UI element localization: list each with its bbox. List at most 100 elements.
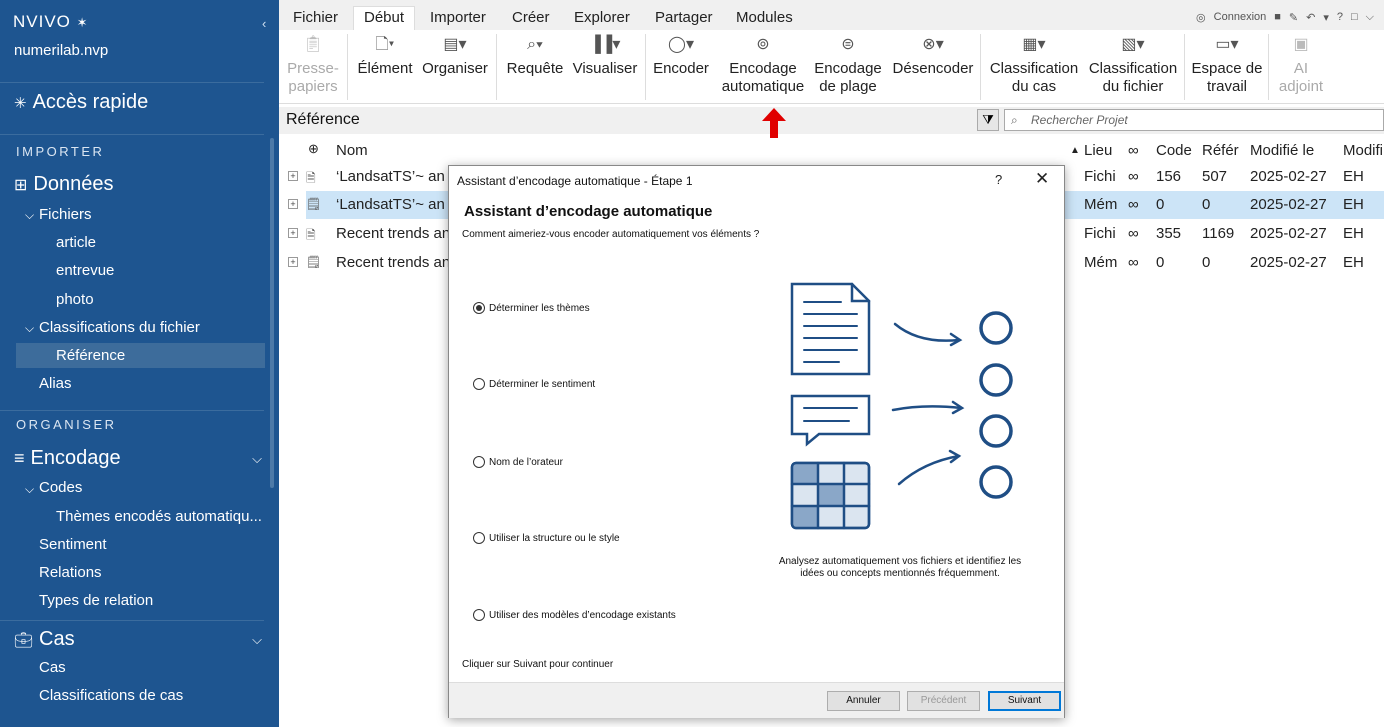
file-classification-button[interactable]: ▧▾ Classification du fichier <box>1086 36 1180 96</box>
sign-in-link[interactable]: Connexion <box>1214 11 1267 24</box>
radio[interactable] <box>473 609 485 621</box>
autocode-button[interactable]: ⊚ Encodage automatique <box>719 36 807 96</box>
chevron-down-icon[interactable]: ⌵ <box>252 451 262 467</box>
help-icon[interactable]: ? <box>1337 11 1343 24</box>
option-sentiment[interactable]: Déterminer le sentiment <box>473 378 595 390</box>
range-code-button[interactable]: ⊜ Encodage de plage <box>813 36 883 96</box>
sidebar-item-codes[interactable]: Codes <box>39 479 82 496</box>
chevron-down-icon[interactable]: ⌵ <box>252 632 262 648</box>
collapse-sidebar-icon[interactable]: ‹ <box>262 16 266 31</box>
navigation-sidebar: NVIVO ✶ numerilab.nvp ‹ ✳ Accès rapide IM… <box>0 0 279 727</box>
organise-button[interactable]: ▤▾ Organiser <box>421 36 489 78</box>
expand-icon[interactable]: + <box>288 199 298 209</box>
quick-access-menu-icon[interactable]: ▾ <box>1323 11 1329 24</box>
column-header-modified[interactable]: Modifié le <box>1250 142 1314 159</box>
save-icon[interactable]: ■ <box>1274 11 1281 24</box>
radio[interactable] <box>473 378 485 390</box>
divider <box>645 34 646 100</box>
sidebar-item-case-classifications[interactable]: Classifications de cas <box>39 687 183 704</box>
uncode-button[interactable]: ⊗▾ Désencoder <box>889 36 977 78</box>
sidebar-item-auto-themes[interactable]: Thèmes encodés automatiqu... <box>56 508 262 525</box>
expand-icon[interactable]: + <box>288 257 298 267</box>
dialog-hint: Cliquer sur Suivant pour continuer <box>462 659 614 670</box>
tab-import[interactable]: Importer <box>430 9 486 26</box>
code-button[interactable]: ◯▾ Encoder <box>651 36 711 78</box>
chevron-down-icon[interactable]: ⌵ <box>25 321 34 336</box>
link-icon: ∞ <box>1128 142 1139 159</box>
column-header-name[interactable]: Nom <box>336 142 368 159</box>
undo-icon[interactable]: ↶ <box>1306 11 1315 24</box>
option-structure[interactable]: Utiliser la structure ou le style <box>473 532 620 544</box>
cancel-button[interactable]: Annuler <box>827 691 900 711</box>
divider <box>1268 34 1269 100</box>
sidebar-item-entrevue[interactable]: entrevue <box>56 262 114 279</box>
user-icon[interactable]: ◎ <box>1196 11 1206 24</box>
column-header-code[interactable]: Code <box>1156 142 1192 159</box>
group-coding[interactable]: ≡ Encodage ⌵ <box>14 447 264 470</box>
query-button[interactable]: ⌕▾ Requête <box>504 36 566 78</box>
radio[interactable] <box>473 532 485 544</box>
dialog-title: Assistant d’encodage automatique - Étape… <box>457 174 693 188</box>
table-icon <box>790 461 871 530</box>
tab-modules[interactable]: Modules <box>736 9 793 26</box>
item-button[interactable]: 🗋︎▾ Élément <box>355 36 415 78</box>
title-bar-tools: ◎ Connexion ■ ✎ ↶ ▾ ? □ ⌵ <box>1196 11 1374 24</box>
link-icon: ∞ <box>1128 225 1139 242</box>
sidebar-item-relations[interactable]: Relations <box>39 564 102 581</box>
column-header-modified-by[interactable]: Modifi <box>1343 142 1383 159</box>
sort-asc-icon: ▲ <box>1070 145 1080 156</box>
sidebar-item-file-classifications[interactable]: Classifications du fichier <box>39 319 200 336</box>
sidebar-item-aliases[interactable]: Alias <box>39 375 72 392</box>
option-existing-patterns[interactable]: Utiliser des modèles d’encodage existant… <box>473 609 676 621</box>
previous-button[interactable]: Précédent <box>907 691 980 711</box>
file-icon: 🗎︎ <box>306 171 316 185</box>
circle-icon: ◯▾ <box>668 36 694 53</box>
ai-assistant-button[interactable]: ▣ AI adjoint <box>1275 36 1327 96</box>
expand-icon[interactable]: + <box>288 228 298 238</box>
group-cases[interactable]: 💼︎ Cas ⌵ <box>14 628 264 651</box>
chevron-down-icon[interactable]: ⌵ <box>25 208 34 223</box>
tab-explore[interactable]: Explorer <box>574 9 630 26</box>
tab-create[interactable]: Créer <box>512 9 550 26</box>
next-button[interactable]: Suivant <box>988 691 1061 711</box>
list-icon: ≡ <box>14 448 25 468</box>
sidebar-item-photo[interactable]: photo <box>56 291 94 308</box>
help-button[interactable]: ? <box>995 172 1002 187</box>
add-column-icon[interactable]: ⊕ <box>308 141 319 157</box>
sidebar-item-article[interactable]: article <box>56 234 96 251</box>
search-input[interactable]: ⌕ Rechercher Projet <box>1004 109 1384 131</box>
tab-file[interactable]: Fichier <box>293 9 338 26</box>
close-icon[interactable]: ✕ <box>1035 169 1049 189</box>
sidebar-item-cases[interactable]: Cas <box>39 659 66 676</box>
sidebar-item-relation-types[interactable]: Types de relation <box>39 592 153 609</box>
sidebar-item-sentiment[interactable]: Sentiment <box>39 536 107 553</box>
tab-home[interactable]: Début <box>353 6 416 32</box>
sidebar-scrollbar[interactable] <box>270 138 274 488</box>
radio[interactable] <box>473 456 485 468</box>
sidebar-item-files[interactable]: Fichiers <box>39 206 92 223</box>
edit-icon[interactable]: ✎ <box>1289 11 1298 24</box>
file-class-icon: ▧▾ <box>1121 36 1145 53</box>
option-themes[interactable]: Déterminer les thèmes <box>473 302 590 314</box>
expand-icon[interactable]: + <box>288 171 298 181</box>
chat-icon[interactable]: □ <box>1351 11 1358 24</box>
chevron-down-icon[interactable]: ⌵ <box>25 482 34 497</box>
radio-selected[interactable] <box>473 302 485 314</box>
group-data[interactable]: ⊞ Données <box>14 173 264 196</box>
quick-access[interactable]: ✳ Accès rapide <box>14 91 148 114</box>
clipboard-button[interactable]: 📋︎ Presse-papiers <box>287 36 339 96</box>
workspace-button[interactable]: ▭▾ Espace de travail <box>1189 36 1265 96</box>
tab-share[interactable]: Partager <box>655 9 713 26</box>
option-speaker[interactable]: Nom de l’orateur <box>473 456 563 468</box>
magnifier-icon: ⌕▾ <box>527 36 543 53</box>
filter-icon[interactable]: ⧩ <box>977 109 999 131</box>
ribbon-tabs: Fichier Début Importer Créer Explorer Pa… <box>279 0 1384 32</box>
column-header-location[interactable]: Lieu <box>1084 142 1112 159</box>
case-classification-button[interactable]: ▦▾ Classification du cas <box>987 36 1081 96</box>
options-chevron-icon[interactable]: ⌵ <box>1366 11 1374 24</box>
uncode-icon: ⊗▾ <box>922 36 944 53</box>
visualise-button[interactable]: ▐▐▾ Visualiser <box>571 36 639 78</box>
project-name: numerilab.nvp <box>14 42 109 59</box>
sidebar-item-reference[interactable]: Référence <box>16 343 265 368</box>
column-header-refs[interactable]: Référ <box>1202 142 1239 159</box>
